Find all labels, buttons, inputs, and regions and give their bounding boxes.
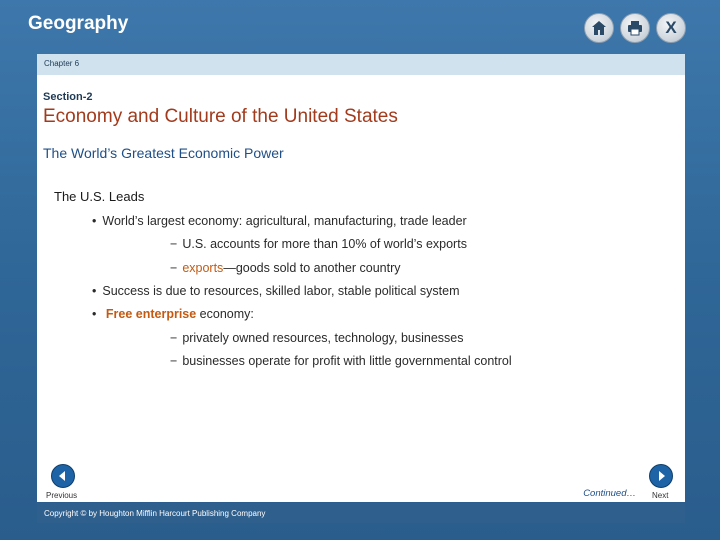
app-title: Geography [28, 13, 129, 34]
lesson-title: Economy and Culture of the United States [43, 106, 398, 127]
bullet-item: • World’s largest economy: agricultural, … [92, 214, 467, 228]
dash-glyph: − [170, 261, 178, 275]
term-free-enterprise: Free enterprise [105, 307, 197, 321]
sub-item: − exports—goods sold to another country [170, 261, 401, 275]
sub-text: privately owned resources, technology, b… [182, 331, 464, 345]
sub-item: − U.S. accounts for more than 10% of worl… [170, 237, 467, 251]
next-button[interactable] [649, 464, 673, 488]
bullet-item: • Free enterprise economy: [92, 307, 254, 321]
print-button[interactable] [620, 13, 650, 43]
bullet-text: World’s largest economy: agricultural, m… [102, 214, 467, 228]
bullet-text: economy: [196, 307, 254, 321]
bullet-glyph: • [92, 307, 97, 321]
term-exports: exports [182, 261, 224, 275]
bullet-text: Success is due to resources, skilled lab… [102, 284, 460, 298]
previous-label[interactable]: Previous [46, 491, 77, 500]
footer-bar: Copyright © by Houghton Mifflin Harcourt… [37, 503, 685, 523]
arrow-right-icon [659, 471, 665, 481]
toolbar: X [584, 13, 686, 43]
section-label: Section-2 [43, 91, 93, 103]
bullet-glyph: • [92, 284, 97, 298]
close-button[interactable]: X [656, 13, 686, 43]
continued-label: Continued… [583, 488, 636, 499]
bullet-glyph: • [92, 214, 97, 228]
dash-glyph: − [170, 331, 178, 345]
sub-item: − businesses operate for profit with litt… [170, 354, 512, 368]
dash-glyph: − [170, 354, 178, 368]
print-icon [628, 21, 642, 36]
lesson-subtitle: The World’s Greatest Economic Power [43, 145, 284, 161]
chapter-bar: Chapter 6 [37, 54, 685, 75]
home-icon [592, 21, 606, 35]
topic-heading: The U.S. Leads [54, 189, 145, 204]
copyright-text: Copyright © by Houghton Mifflin Harcourt… [44, 509, 266, 518]
arrow-left-icon [59, 471, 65, 481]
slide-frame: Geography X Chapter 6 Section-2 Economy … [0, 0, 720, 540]
sub-item: − privately owned resources, technology, … [170, 331, 463, 345]
next-label[interactable]: Next [652, 491, 668, 500]
dash-glyph: − [170, 237, 178, 251]
sub-text: businesses operate for profit with littl… [182, 354, 512, 368]
sub-text: U.S. accounts for more than 10% of world… [182, 237, 467, 251]
previous-button[interactable] [51, 464, 75, 488]
bullet-item: • Success is due to resources, skilled la… [92, 284, 460, 298]
sub-text: —goods sold to another country [223, 261, 401, 275]
home-button[interactable] [584, 13, 614, 43]
content-panel: Section-2 Economy and Culture of the Uni… [37, 75, 685, 502]
close-icon: X [665, 18, 677, 37]
chapter-label: Chapter 6 [44, 59, 80, 68]
